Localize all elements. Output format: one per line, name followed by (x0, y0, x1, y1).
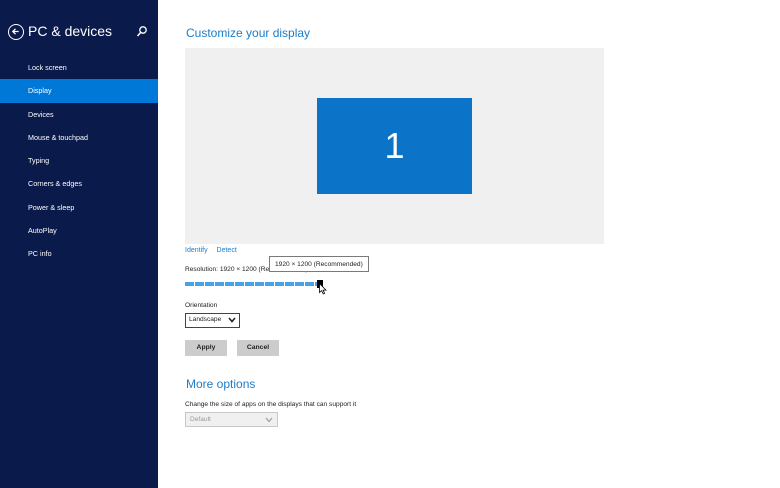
main-content: Customize your display 1 Identify Detect… (158, 0, 780, 488)
more-options-heading: More options (186, 377, 256, 391)
scale-label: Change the size of apps on the displays … (185, 401, 357, 408)
sidebar: PC & devices Lock screen Display Devices… (0, 0, 158, 488)
sidebar-item-typing[interactable]: Typing (0, 149, 158, 172)
cancel-button[interactable]: Cancel (237, 340, 279, 356)
scale-dropdown: Default (185, 412, 278, 427)
apply-button[interactable]: Apply (185, 340, 227, 356)
sidebar-item-display[interactable]: Display (0, 79, 158, 103)
slider-track (185, 282, 318, 286)
mouse-pointer-icon (319, 283, 327, 295)
sidebar-item-mouse-touchpad[interactable]: Mouse & touchpad (0, 126, 158, 149)
resolution-tooltip: 1920 × 1200 (Recommended) (269, 256, 369, 272)
orientation-value: Landscape (189, 316, 222, 323)
sidebar-item-corners-edges[interactable]: Corners & edges (0, 172, 158, 195)
identify-link[interactable]: Identify (185, 247, 208, 254)
back-button[interactable] (8, 24, 24, 40)
search-icon[interactable] (136, 25, 148, 39)
sidebar-title: PC & devices (28, 23, 113, 39)
orientation-dropdown[interactable]: Landscape (185, 313, 240, 328)
display-links: Identify Detect (185, 247, 244, 254)
sidebar-item-pc-info[interactable]: PC info (0, 242, 158, 265)
scale-value: Default (190, 416, 211, 423)
sidebar-nav: Lock screen Display Devices Mouse & touc… (0, 56, 158, 266)
resolution-slider[interactable] (185, 280, 324, 288)
back-arrow-icon (11, 28, 19, 35)
sidebar-item-lock-screen[interactable]: Lock screen (0, 56, 158, 79)
sidebar-item-power-sleep[interactable]: Power & sleep (0, 196, 158, 219)
monitor-tile[interactable]: 1 (317, 98, 472, 194)
orientation-label: Orientation (185, 302, 218, 309)
chevron-down-icon (265, 417, 273, 423)
chevron-down-icon (228, 317, 236, 323)
display-preview: 1 (185, 48, 604, 244)
sidebar-item-devices[interactable]: Devices (0, 103, 158, 126)
detect-link[interactable]: Detect (217, 247, 237, 254)
sidebar-item-autoplay[interactable]: AutoPlay (0, 219, 158, 242)
page-title: Customize your display (186, 26, 311, 40)
sidebar-header: PC & devices (8, 22, 152, 44)
